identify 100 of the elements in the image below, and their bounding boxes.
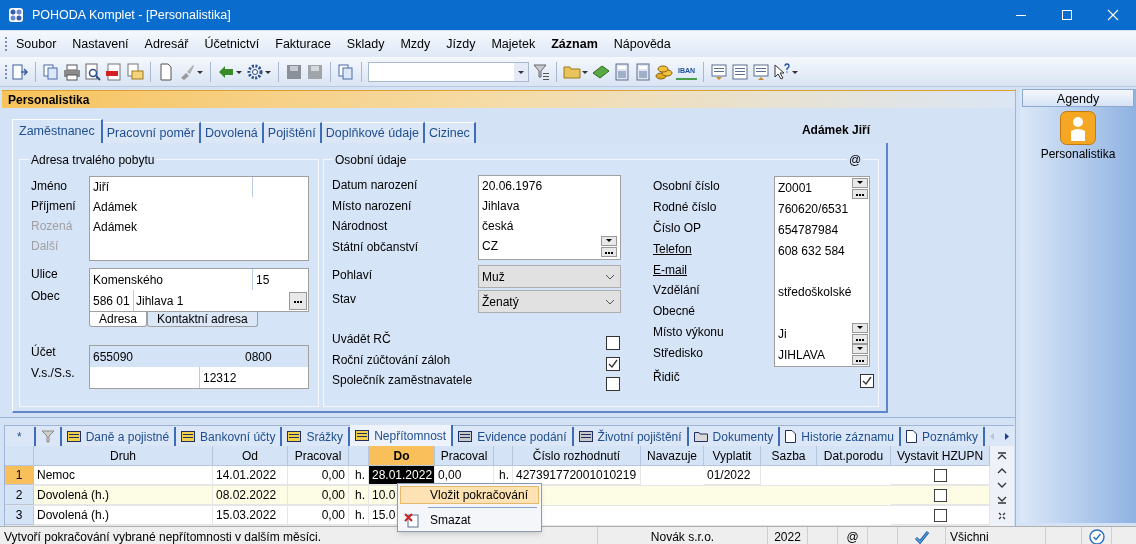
table-cell: 01/2022 bbox=[704, 466, 761, 485]
filter-text: Všichni bbox=[950, 528, 989, 544]
select-field[interactable]: Muž bbox=[478, 265, 621, 288]
field-label: Stav bbox=[332, 291, 357, 308]
table-cell: 0,00 bbox=[288, 486, 349, 505]
year: 2022 bbox=[774, 528, 801, 544]
field-value: 0800 bbox=[244, 348, 273, 366]
module-title: Personalistika bbox=[8, 91, 90, 109]
tab[interactable]: Pracovní poměr bbox=[102, 122, 201, 143]
personal-box[interactable]: 20.06.1976 Jihlava česká CZ bbox=[478, 175, 621, 260]
menu-item[interactable]: Mzdy bbox=[392, 34, 439, 54]
field-value: Jiří bbox=[93, 179, 109, 196]
table-cell: Dovolená (h.) bbox=[34, 486, 213, 505]
select-field[interactable]: Ženatý bbox=[478, 290, 621, 313]
menu-item[interactable]: Majetek bbox=[483, 34, 544, 54]
field-value: Adámek bbox=[92, 219, 139, 236]
tab[interactable]: Pojištění bbox=[263, 122, 322, 143]
table-cell: h. bbox=[349, 486, 369, 505]
table-cell: 28.01.2022 bbox=[369, 466, 435, 485]
menu-item[interactable]: Sklady bbox=[338, 34, 393, 54]
field-label: Vzdělání bbox=[653, 282, 701, 300]
table-cell: Dovolená (h.) bbox=[34, 506, 213, 525]
menu-item[interactable]: Nápověda bbox=[605, 34, 679, 54]
identity-box[interactable]: Z0001 760620/6531 654787984 608 632 584 středoškolské Ji JIHLAVA bbox=[774, 176, 870, 368]
field-value: 760620/6531 bbox=[778, 201, 849, 219]
field-value: Jihlava 1 bbox=[135, 292, 185, 310]
row-number[interactable]: 1 bbox=[5, 466, 34, 485]
field-label: Středisko bbox=[653, 344, 705, 362]
field-value: 15 bbox=[255, 271, 271, 289]
menu-item[interactable]: Účetnictví bbox=[196, 34, 268, 54]
table-cell: 0,00 bbox=[288, 466, 349, 485]
field-label: Národnost bbox=[332, 218, 389, 236]
field-label: Místo výkonu bbox=[653, 323, 725, 341]
field-value: Adámek bbox=[92, 199, 139, 216]
field-label: Datum narození bbox=[332, 177, 419, 195]
tab[interactable]: Adresa bbox=[89, 312, 148, 327]
table-cell: 14.01.2022 bbox=[213, 466, 288, 485]
field-label: Místo narození bbox=[332, 197, 413, 215]
agenda-item[interactable]: Personalistika bbox=[1040, 111, 1116, 163]
email-mark: @ bbox=[846, 528, 859, 544]
row-number[interactable]: 2 bbox=[5, 486, 34, 505]
menu-item[interactable]: Fakturace bbox=[267, 34, 339, 54]
field-label: Společník zaměstnavatele bbox=[332, 372, 474, 390]
field-value: Jihlava bbox=[481, 198, 521, 215]
field-value: Z0001 bbox=[778, 180, 813, 198]
menu-item[interactable]: Nastavení bbox=[64, 34, 137, 54]
field-value: středoškolské bbox=[778, 284, 852, 302]
field-value: Komenského bbox=[93, 271, 164, 289]
table-cell: 0,00 bbox=[288, 506, 349, 525]
field-label: Jméno bbox=[31, 178, 69, 195]
field-value: Ji bbox=[778, 325, 787, 343]
table-cell: 15.03.2022 bbox=[213, 506, 288, 525]
field-value: česká bbox=[481, 218, 515, 235]
tab[interactable]: Dovolená bbox=[200, 122, 264, 143]
employee-name: Adámek Jiří bbox=[801, 122, 870, 139]
field-label: Osobní číslo bbox=[653, 178, 721, 196]
tab[interactable]: Cizinec bbox=[424, 122, 476, 143]
field-value: 12312 bbox=[202, 369, 238, 387]
field-value: 654787984 bbox=[778, 222, 839, 239]
field-value: 20.06.1976 bbox=[481, 178, 544, 195]
field-label: Státní občanství bbox=[332, 238, 420, 256]
menu-item[interactable]: Záznam bbox=[543, 34, 606, 54]
column-header[interactable]: Do bbox=[369, 446, 435, 466]
table-cell: h. bbox=[349, 506, 369, 525]
field-label: Rodné číslo bbox=[653, 199, 718, 217]
account-box[interactable]: 655090 0800 12312 bbox=[89, 345, 309, 389]
tab[interactable]: Kontaktní adresa bbox=[147, 312, 258, 327]
field-label: Číslo OP bbox=[653, 219, 702, 237]
agenda-header-button[interactable]: Agendy bbox=[1022, 89, 1134, 107]
field-label: Roční zúčtování záloh bbox=[332, 351, 452, 369]
tab[interactable]: Doplňkové údaje bbox=[321, 122, 425, 143]
field-link[interactable]: E-mail bbox=[653, 259, 774, 280]
field-value: 608 632 584 bbox=[778, 242, 845, 260]
company-name: Novák s.r.o. bbox=[650, 528, 715, 544]
field-label: Účet bbox=[31, 343, 57, 361]
field-value: JIHLAVA bbox=[778, 346, 825, 364]
field-label: Příjmení bbox=[31, 198, 77, 215]
select-value: Ženatý bbox=[482, 293, 519, 311]
field-label: V.s./S.s. bbox=[31, 364, 76, 382]
field-label: Řidič bbox=[653, 368, 681, 387]
window-title: POHODA Komplet - [Personalistika] bbox=[32, 6, 231, 24]
table-cell: 08.02.2022 bbox=[213, 486, 288, 505]
table-cell: Nemoc bbox=[34, 466, 213, 485]
field-link[interactable]: Telefon bbox=[653, 238, 774, 260]
menu-item[interactable]: Soubor bbox=[8, 34, 65, 54]
tab[interactable]: Nepřítomnost bbox=[350, 425, 454, 446]
menu-item[interactable]: Vložit pokračování bbox=[400, 486, 539, 504]
tab[interactable]: Zaměstnanec bbox=[12, 119, 103, 143]
field-label: Další bbox=[31, 238, 60, 255]
field-label: Obecné bbox=[653, 303, 697, 321]
field-label: Rozená bbox=[31, 218, 74, 235]
menu-item[interactable]: Adresář bbox=[136, 34, 197, 54]
address-box[interactable]: Komenského 15 586 01 Jihlava 1 bbox=[89, 268, 309, 312]
field-label: Obec bbox=[31, 288, 61, 305]
field-label: Pohlaví bbox=[332, 267, 374, 284]
field-label: Ulice bbox=[31, 266, 59, 283]
menu-item[interactable]: Jízdy bbox=[438, 34, 484, 54]
field-value: 655090 bbox=[92, 348, 135, 366]
row-number[interactable]: 3 bbox=[5, 506, 34, 525]
select-value: Muž bbox=[482, 268, 505, 286]
